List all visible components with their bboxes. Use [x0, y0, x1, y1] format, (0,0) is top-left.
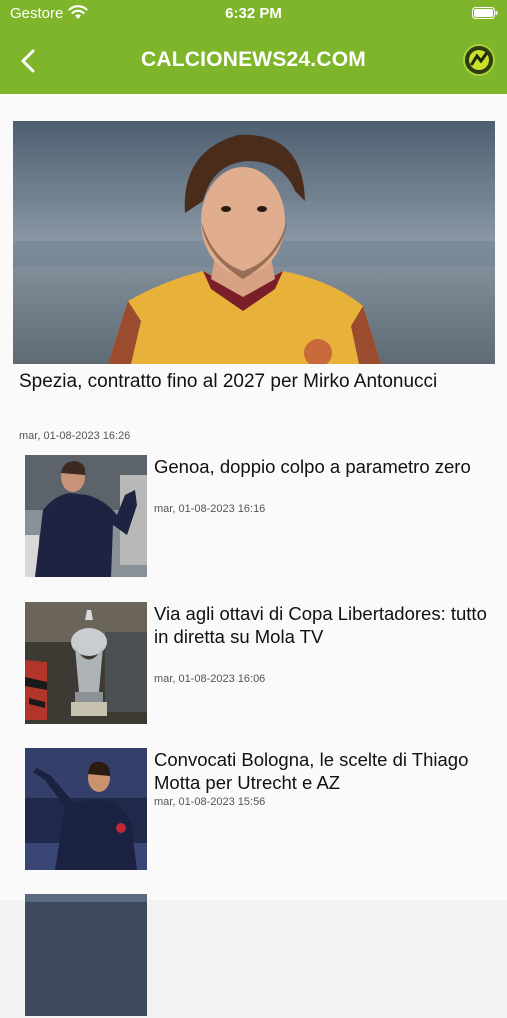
article-title[interactable]: Via agli ottavi di Copa Libertadores: tu…	[154, 602, 494, 648]
site-logo-icon[interactable]	[463, 44, 495, 76]
clock: 6:32 PM	[225, 5, 282, 22]
list-item[interactable]: Convocati Bologna, le scelte di Thiago M…	[25, 748, 495, 872]
player-photo	[13, 121, 495, 364]
news-feed: Spezia, contratto fino al 2027 per Mirko…	[0, 94, 507, 1016]
featured-article-image[interactable]	[13, 121, 495, 364]
article-thumbnail[interactable]	[25, 894, 147, 1016]
coach-photo	[25, 748, 147, 870]
navigation-bar: CALCIONEWS24.COM	[0, 28, 507, 94]
article-thumbnail[interactable]	[25, 455, 147, 577]
coach-photo	[25, 455, 147, 577]
list-item[interactable]: Via agli ottavi di Copa Libertadores: tu…	[25, 602, 495, 726]
article-title[interactable]: Genoa, doppio colpo a parametro zero	[154, 455, 494, 478]
article-thumbnail[interactable]	[25, 602, 147, 724]
article-date: mar, 01-08-2023 16:06	[154, 673, 266, 685]
article-thumbnail[interactable]	[25, 748, 147, 870]
app-title: CALCIONEWS24.COM	[141, 48, 366, 71]
featured-article-title[interactable]: Spezia, contratto fino al 2027 per Mirko…	[19, 370, 479, 393]
article-title[interactable]: Convocati Bologna, le scelte di Thiago M…	[154, 748, 494, 794]
battery-icon	[472, 7, 498, 19]
trophy-photo	[25, 602, 147, 724]
list-item[interactable]	[25, 894, 495, 1018]
article-date: mar, 01-08-2023 16:16	[154, 503, 266, 515]
chevron-left-icon[interactable]	[14, 46, 44, 76]
featured-article-date: mar, 01-08-2023 16:26	[19, 430, 131, 442]
status-bar: Gestore 6:32 PM	[0, 0, 507, 28]
article-photo	[25, 894, 147, 1016]
article-date: mar, 01-08-2023 15:56	[154, 796, 266, 808]
list-item[interactable]: Genoa, doppio colpo a parametro zero mar…	[25, 455, 495, 579]
